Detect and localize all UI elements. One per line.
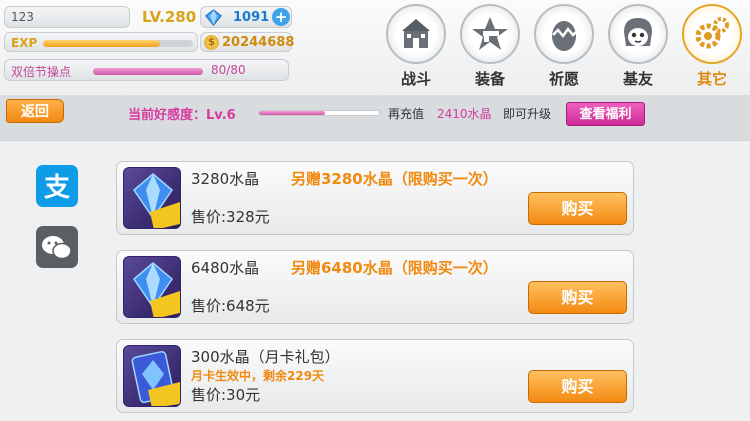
- nav-label: 战斗: [400, 70, 431, 88]
- castle-icon: [386, 4, 446, 64]
- nav-equipment[interactable]: 装备: [458, 4, 522, 90]
- stamina-value: 80/80: [211, 63, 246, 77]
- friend-face-icon: [608, 4, 668, 64]
- stamina-panel: 双倍节操点 80/80: [4, 59, 289, 81]
- gears-icon: [682, 4, 742, 64]
- favor-bar-fill: [259, 111, 325, 115]
- view-benefits-button[interactable]: 查看福利: [566, 102, 645, 126]
- nav-label: 基友: [622, 70, 653, 88]
- nav-wish[interactable]: 祈愿: [532, 4, 596, 90]
- buy-button[interactable]: 购买: [528, 370, 627, 403]
- exp-label: EXP: [11, 36, 38, 50]
- nav-friends[interactable]: 基友: [606, 4, 670, 90]
- nav-label: 装备: [474, 70, 505, 88]
- stamina-bar-fill: [93, 68, 203, 75]
- svg-text:支: 支: [44, 173, 70, 203]
- product-bonus: 另赠3280水晶（限购买一次）: [291, 170, 498, 188]
- product-title: 3280水晶: [191, 170, 260, 188]
- exp-bar: [43, 40, 193, 47]
- player-name-panel: 123: [4, 6, 130, 28]
- crystal-pack-icon: [123, 256, 181, 318]
- favor-bar: [258, 110, 380, 116]
- add-crystal-button[interactable]: +: [272, 8, 290, 26]
- product-bonus: 另赠6480水晶（限购买一次）: [291, 259, 498, 277]
- product-status: 月卡生效中，剩余229天: [191, 369, 325, 383]
- gold-coin-icon: $: [204, 35, 219, 50]
- product-price: 售价:328元: [191, 208, 270, 226]
- buy-button[interactable]: 购买: [528, 192, 627, 225]
- buy-button[interactable]: 购买: [528, 281, 627, 314]
- product-card: 3280水晶 另赠3280水晶（限购买一次） 售价:328元 购买: [116, 161, 634, 235]
- favor-amount: 2410水晶: [437, 107, 492, 121]
- exp-panel: EXP: [4, 32, 198, 52]
- player-name: 123: [11, 10, 34, 24]
- product-title: 300水晶（月卡礼包）: [191, 348, 340, 366]
- egg-icon: [534, 4, 594, 64]
- product-title: 6480水晶: [191, 259, 260, 277]
- favor-recharge-text: 再充值: [388, 107, 425, 121]
- favor-upgrade-text: 即可升级: [503, 107, 552, 121]
- product-price: 售价:30元: [191, 386, 261, 404]
- alipay-icon[interactable]: 支: [36, 165, 78, 207]
- nav-label: 其它: [696, 70, 727, 88]
- player-level: LV.280: [142, 8, 197, 26]
- product-price: 售价:648元: [191, 297, 270, 315]
- crystal-icon: [205, 9, 222, 26]
- crystal-pack-icon: [123, 167, 181, 229]
- favor-level: 当前好感度：Lv.6: [128, 108, 236, 123]
- gold-count: 20244688: [222, 35, 295, 50]
- nav-other[interactable]: 其它: [680, 4, 744, 90]
- crystal-count: 1091: [233, 10, 270, 25]
- wechat-icon[interactable]: [36, 226, 78, 268]
- exp-bar-fill: [43, 40, 160, 47]
- gold-panel: $ 20244688: [200, 32, 295, 52]
- stamina-label: 双倍节操点: [11, 65, 72, 79]
- nav-label: 祈愿: [548, 70, 579, 88]
- nav-battle[interactable]: 战斗: [384, 4, 448, 90]
- stamina-bar: [93, 68, 203, 75]
- gun-star-icon: [460, 4, 520, 64]
- monthly-card-icon: [123, 345, 181, 407]
- product-card: 300水晶（月卡礼包） 月卡生效中，剩余229天 售价:30元 购买: [116, 339, 634, 413]
- product-card: 6480水晶 另赠6480水晶（限购买一次） 售价:648元 购买: [116, 250, 634, 324]
